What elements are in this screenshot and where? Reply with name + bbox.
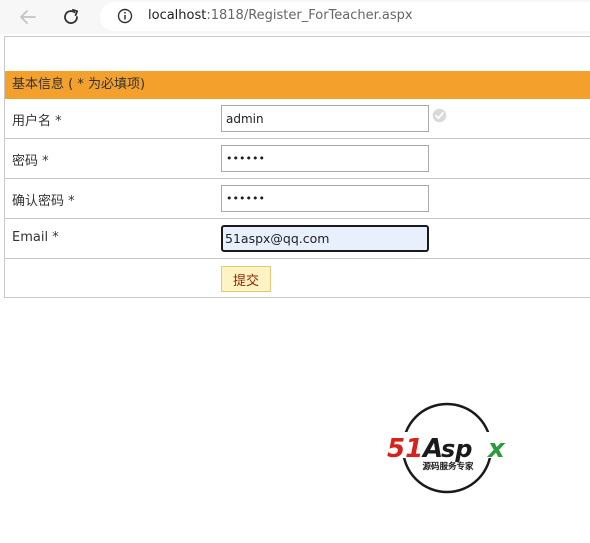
username-label: 用户名 * xyxy=(12,114,62,129)
form-divider xyxy=(5,258,590,259)
form-row-username: 用户名 * xyxy=(5,99,590,139)
info-icon[interactable] xyxy=(117,8,133,24)
reload-button[interactable] xyxy=(58,4,84,30)
back-arrow-icon xyxy=(20,10,36,24)
form-row-email: Email * xyxy=(5,219,590,259)
section-header: 基本信息 ( * 为必填项) xyxy=(5,71,590,99)
reload-icon xyxy=(64,8,79,24)
logo-51: 51 xyxy=(387,434,423,464)
url-text[interactable]: localhost:1818/Register_ForTeacher.aspx xyxy=(148,8,413,23)
browser-toolbar: localhost:1818/Register_ForTeacher.aspx xyxy=(0,0,590,34)
form-row-confirm-password: 确认密码 * xyxy=(5,179,590,219)
confirm-password-input[interactable] xyxy=(221,185,429,212)
password-label: 密码 * xyxy=(12,154,49,169)
password-input[interactable] xyxy=(221,145,429,172)
url-host: localhost xyxy=(148,8,207,23)
logo-tagline: 源码服务专家 xyxy=(422,461,474,472)
email-label: Email * xyxy=(12,230,59,245)
confirm-password-label: 确认密码 * xyxy=(12,194,75,209)
url-path: :1818/Register_ForTeacher.aspx xyxy=(206,8,413,23)
back-button[interactable] xyxy=(15,4,41,30)
logo-sp: sp xyxy=(441,435,472,463)
submit-button[interactable]: 提交 xyxy=(221,266,271,292)
51aspx-logo: 51 A sp x 源码服务专家 xyxy=(387,402,513,494)
check-circle-icon xyxy=(432,108,447,123)
form-row-password: 密码 * xyxy=(5,139,590,179)
logo-a: A xyxy=(421,434,443,464)
logo-x: x xyxy=(486,434,506,464)
username-input[interactable] xyxy=(221,105,429,132)
email-input[interactable] xyxy=(221,225,429,252)
